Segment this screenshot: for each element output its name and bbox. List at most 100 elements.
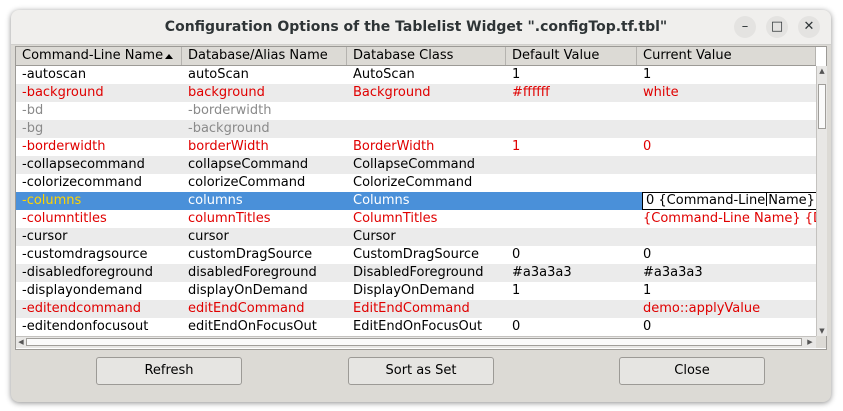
cell-database-class[interactable]: EditEndOnFocusOut <box>347 318 506 336</box>
cell-current-value[interactable]: #a3a3a3 <box>637 264 816 282</box>
scroll-up-icon[interactable]: ▲ <box>817 66 827 76</box>
cell-current-value[interactable]: 0 <box>637 138 816 156</box>
scroll-right-icon[interactable]: ▶ <box>805 337 815 348</box>
table-row[interactable]: -autoscan autoScan AutoScan 1 1 <box>16 66 816 84</box>
cell-command-line-name[interactable]: -editendcommand <box>16 300 182 318</box>
table-row[interactable]: -columntitles columnTitles ColumnTitles {Co… <box>16 210 816 228</box>
cell-default-value[interactable]: 1 <box>506 66 637 84</box>
cell-database-class[interactable]: Cursor <box>347 228 506 246</box>
cell-current-value[interactable]: 0 <box>637 246 816 264</box>
cell-command-line-name[interactable]: -borderwidth <box>16 138 182 156</box>
column-header-command-line-name[interactable]: Command-Line Name <box>16 47 182 65</box>
cell-database-class[interactable]: Columns <box>347 192 506 210</box>
cell-database-alias-name[interactable]: borderWidth <box>182 138 347 156</box>
cell-current-value[interactable] <box>637 156 816 174</box>
title-bar[interactable]: Configuration Options of the Tablelist W… <box>11 10 831 45</box>
cell-default-value[interactable]: 1 <box>506 282 637 300</box>
cell-database-alias-name[interactable]: displayOnDemand <box>182 282 347 300</box>
cell-command-line-name[interactable]: -collapsecommand <box>16 156 182 174</box>
cell-database-class[interactable]: CustomDragSource <box>347 246 506 264</box>
cell-database-alias-name[interactable]: -borderwidth <box>182 102 347 120</box>
cell-command-line-name[interactable]: -cursor <box>16 228 182 246</box>
cell-current-value[interactable] <box>637 174 816 192</box>
cell-command-line-name[interactable]: -bg <box>16 120 182 138</box>
cell-command-line-name[interactable]: -autoscan <box>16 66 182 84</box>
cell-database-alias-name[interactable]: customDragSource <box>182 246 347 264</box>
cell-database-class[interactable] <box>347 102 506 120</box>
cell-database-class[interactable]: EditEndCommand <box>347 300 506 318</box>
column-header-default-value[interactable]: Default Value <box>506 47 637 65</box>
table-row[interactable]: -disabledforeground disabledForeground Dis… <box>16 264 816 282</box>
vertical-scrollbar-thumb[interactable] <box>818 84 826 129</box>
close-icon[interactable]: ✕ <box>798 16 820 38</box>
table-row[interactable]: -collapsecommand collapseCommand CollapseC… <box>16 156 816 174</box>
tablelist[interactable]: Command-Line Name Database/Alias Name Da… <box>15 46 827 350</box>
cell-command-line-name[interactable]: -columns <box>16 192 182 210</box>
cell-command-line-name[interactable]: -disabledforeground <box>16 264 182 282</box>
cell-default-value[interactable] <box>506 174 637 192</box>
cell-database-class[interactable]: Background <box>347 84 506 102</box>
cell-current-value[interactable]: 0 <box>637 318 816 336</box>
cell-default-value[interactable]: 0 <box>506 246 637 264</box>
table-row[interactable]: -customdragsource customDragSource CustomD… <box>16 246 816 264</box>
cell-database-class[interactable]: ColorizeCommand <box>347 174 506 192</box>
cell-default-value[interactable]: 1 <box>506 138 637 156</box>
cell-database-alias-name[interactable]: autoScan <box>182 66 347 84</box>
table-row[interactable]: -columns columns Columns 0 {Command-Line Nam… <box>16 192 816 210</box>
cell-default-value[interactable] <box>506 300 637 318</box>
cell-default-value[interactable] <box>506 228 637 246</box>
cell-default-value[interactable] <box>506 192 637 210</box>
cell-command-line-name[interactable]: -columntitles <box>16 210 182 228</box>
cell-database-alias-name[interactable]: background <box>182 84 347 102</box>
table-row[interactable]: -bd -borderwidth <box>16 102 816 120</box>
scroll-left-icon[interactable]: ◀ <box>16 337 26 348</box>
cell-current-value[interactable]: 1 <box>637 282 816 300</box>
column-header-database-alias-name[interactable]: Database/Alias Name <box>182 47 347 65</box>
minimize-icon[interactable]: – <box>734 16 756 38</box>
refresh-button[interactable]: Refresh <box>96 357 242 385</box>
cell-command-line-name[interactable]: -editendonfocusout <box>16 318 182 336</box>
table-row[interactable]: -colorizecommand colorizeCommand ColorizeC… <box>16 174 816 192</box>
cell-command-line-name[interactable]: -customdragsource <box>16 246 182 264</box>
column-header-database-class[interactable]: Database Class <box>347 47 506 65</box>
horizontal-scrollbar-thumb[interactable] <box>26 338 802 346</box>
cell-default-value[interactable] <box>506 156 637 174</box>
table-row[interactable]: -bg -background <box>16 120 816 138</box>
cell-database-alias-name[interactable]: collapseCommand <box>182 156 347 174</box>
cell-database-class[interactable]: ColumnTitles <box>347 210 506 228</box>
table-row[interactable]: -background background Background #ffffff wh… <box>16 84 816 102</box>
table-row[interactable]: -borderwidth borderWidth BorderWidth 1 0 <box>16 138 816 156</box>
sort-as-set-button[interactable]: Sort as Set <box>348 357 494 385</box>
cell-database-class[interactable] <box>347 120 506 138</box>
close-button[interactable]: Close <box>619 357 765 385</box>
table-row[interactable]: -editendcommand editEndCommand EditEndComm… <box>16 300 816 318</box>
cell-database-class[interactable]: AutoScan <box>347 66 506 84</box>
cell-current-value[interactable] <box>637 120 816 138</box>
cell-database-alias-name[interactable]: cursor <box>182 228 347 246</box>
scroll-down-icon[interactable]: ▼ <box>817 326 827 336</box>
cell-command-line-name[interactable]: -bd <box>16 102 182 120</box>
cell-database-alias-name[interactable]: -background <box>182 120 347 138</box>
cell-default-value[interactable] <box>506 120 637 138</box>
table-row[interactable]: -displayondemand displayOnDemand DisplayOn… <box>16 282 816 300</box>
cell-database-alias-name[interactable]: editEndCommand <box>182 300 347 318</box>
maximize-icon[interactable]: □ <box>766 16 788 38</box>
cell-database-alias-name[interactable]: colorizeCommand <box>182 174 347 192</box>
cell-database-alias-name[interactable]: columns <box>182 192 347 210</box>
horizontal-scrollbar[interactable]: ◀ ▶ <box>16 336 816 348</box>
cell-command-line-name[interactable]: -colorizecommand <box>16 174 182 192</box>
cell-default-value[interactable]: #a3a3a3 <box>506 264 637 282</box>
cell-command-line-name[interactable]: -displayondemand <box>16 282 182 300</box>
vertical-scrollbar[interactable]: ▲ ▼ <box>816 66 827 336</box>
cell-database-class[interactable]: DisplayOnDemand <box>347 282 506 300</box>
cell-current-value[interactable] <box>637 102 816 120</box>
cell-command-line-name[interactable]: -background <box>16 84 182 102</box>
table-row[interactable]: -editendonfocusout editEndOnFocusOut EditE… <box>16 318 816 336</box>
cell-current-value[interactable]: demo::applyValue <box>637 300 816 318</box>
cell-editor-input[interactable]: 0 {Command-LineName} le <box>642 192 816 210</box>
cell-database-alias-name[interactable]: editEndOnFocusOut <box>182 318 347 336</box>
cell-database-class[interactable]: DisabledForeground <box>347 264 506 282</box>
cell-default-value[interactable]: #ffffff <box>506 84 637 102</box>
cell-default-value[interactable]: 0 <box>506 318 637 336</box>
cell-database-class[interactable]: BorderWidth <box>347 138 506 156</box>
